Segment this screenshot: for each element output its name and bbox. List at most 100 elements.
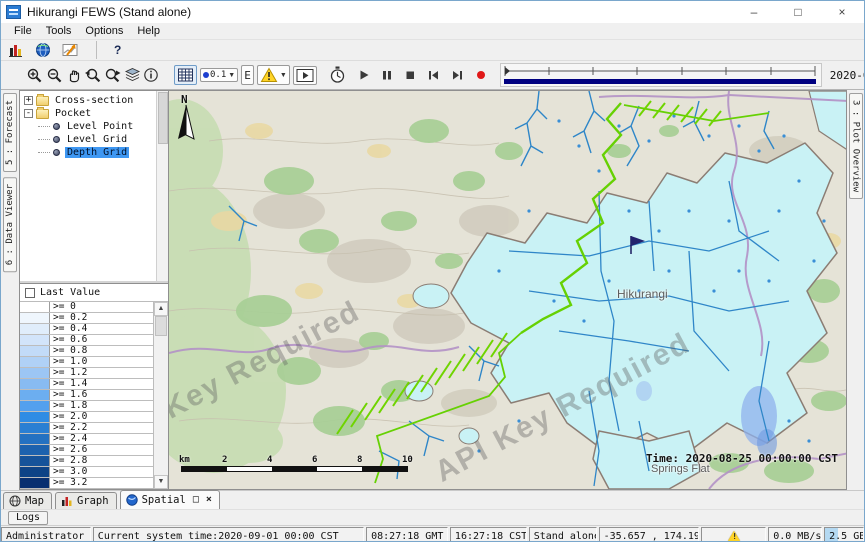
legend-value-label: >= 2.2	[50, 423, 153, 433]
bottom-tab-bar: Map Graph Spatial □ ×	[1, 490, 864, 509]
legend-value-label: >= 2.8	[50, 456, 153, 466]
spatial-chart-icon	[62, 42, 79, 58]
menu-options[interactable]: Options	[78, 24, 130, 38]
status-text: Current system time:2020-09-01 00:00 CST	[98, 531, 339, 542]
status-text: 16:27:18 CST	[455, 531, 527, 542]
maximize-button[interactable]: □	[776, 1, 820, 23]
north-label: N	[181, 93, 188, 106]
scroll-up-icon[interactable]: ▲	[154, 302, 168, 316]
tree-scroll-thumb[interactable]	[158, 92, 168, 144]
pan-button[interactable]	[65, 66, 83, 85]
previous-frame-button[interactable]	[426, 68, 441, 82]
chevron-down-icon: ▼	[280, 72, 287, 79]
zoom-previous-icon	[84, 67, 102, 84]
menu-tools[interactable]: Tools	[39, 24, 79, 38]
record-icon	[475, 69, 487, 81]
tab-graph[interactable]: Graph	[55, 492, 117, 509]
zoom-out-button[interactable]	[45, 66, 65, 85]
record-button[interactable]	[474, 68, 488, 82]
tree-item-level-point[interactable]: Level Point	[20, 120, 168, 133]
warnings-dropdown[interactable]: ▼	[257, 65, 290, 85]
layers-button[interactable]	[123, 66, 142, 85]
last-value-checkbox[interactable]	[25, 288, 35, 298]
info-button[interactable]	[142, 66, 160, 84]
zoom-previous-button[interactable]	[83, 66, 103, 85]
tab-spatial[interactable]: Spatial □ ×	[120, 490, 220, 509]
warning-triangle-icon	[260, 67, 278, 83]
pause-icon	[381, 69, 393, 81]
play-button[interactable]	[357, 68, 371, 82]
minimize-button[interactable]: –	[732, 1, 776, 23]
chevron-down-icon: ▼	[228, 72, 235, 79]
status-local-time: 16:27:18 CST	[450, 527, 527, 542]
tree-scrollbar[interactable]	[156, 91, 168, 281]
tree-item-cross-section[interactable]: +Cross-section	[20, 94, 168, 107]
scale-ruler-button[interactable]: E	[241, 65, 254, 85]
timeline-slider[interactable]	[500, 63, 822, 87]
main-area: 5 : Forecast 6 : Data Viewer +Cross-secti…	[1, 90, 864, 490]
legend-value-label: >= 1.4	[50, 379, 153, 389]
grid-display-button[interactable]	[174, 65, 197, 85]
interval-dropdown[interactable]: 0.1 ▼	[200, 68, 238, 82]
video-play-icon	[296, 68, 314, 83]
folder-icon	[36, 96, 49, 106]
help-button[interactable]: ?	[113, 42, 122, 58]
legend-value-label: >= 0.8	[50, 346, 153, 356]
menu-help[interactable]: Help	[130, 24, 167, 38]
next-frame-button[interactable]	[450, 68, 465, 82]
zoom-next-button[interactable]	[103, 66, 123, 85]
logs-button[interactable]: Logs	[8, 511, 48, 525]
legend-scrollbar[interactable]: ▲ ▼	[153, 302, 168, 489]
zoom-in-icon	[26, 67, 44, 84]
scale-tick-label: 6	[312, 455, 317, 465]
close-button[interactable]: ×	[820, 1, 864, 23]
map-view[interactable]: N API Key Required API Key Required Hiku…	[169, 90, 847, 490]
tree-expander-icon[interactable]: -	[24, 109, 33, 118]
legend-color-swatch	[20, 324, 50, 334]
tree-connector	[38, 152, 50, 153]
zoom-next-icon	[104, 67, 122, 84]
tree-item-pocket[interactable]: -Pocket	[20, 107, 168, 120]
legend-color-swatch	[20, 445, 50, 455]
graphs-button[interactable]	[7, 41, 25, 59]
tab-maximize-icon[interactable]: □	[193, 495, 199, 505]
map-display-button[interactable]	[34, 41, 52, 59]
tab-spatial-label: Spatial	[142, 494, 186, 506]
menu-file[interactable]: File	[7, 24, 39, 38]
layers-icon	[124, 67, 141, 84]
scale-segment	[182, 467, 227, 471]
legend-scroll-thumb[interactable]	[155, 316, 167, 336]
legend-scroll-track[interactable]	[154, 316, 168, 475]
side-tab-5-forecast[interactable]: 5 : Forecast	[3, 93, 17, 172]
spatial-display-button[interactable]	[61, 41, 80, 59]
legend-rows: >= 0>= 0.2>= 0.4>= 0.6>= 0.8>= 1.0>= 1.2…	[20, 302, 153, 489]
legend-value-label: >= 3.0	[50, 467, 153, 477]
tree-item-depth-grid[interactable]: Depth Grid	[20, 146, 168, 159]
sphere-icon	[126, 494, 138, 506]
side-tab-3-plot-overview[interactable]: 3 : Plot Overview	[849, 93, 863, 199]
tab-close-icon[interactable]: ×	[206, 495, 212, 505]
legend-color-swatch	[20, 302, 50, 312]
scale-numbers: 246810	[179, 455, 429, 465]
stop-button[interactable]	[403, 68, 417, 82]
scroll-down-icon[interactable]: ▼	[154, 475, 168, 489]
tree-label: Level Grid	[65, 134, 129, 145]
zoom-in-button[interactable]	[25, 66, 45, 85]
pause-button[interactable]	[380, 68, 394, 82]
side-tab-6-data-viewer[interactable]: 6 : Data Viewer	[3, 177, 17, 272]
timer-button[interactable]	[328, 65, 347, 85]
left-panel: +Cross-section-PocketLevel PointLevel Gr…	[19, 90, 169, 490]
scale-segment	[317, 467, 362, 471]
animation-button[interactable]	[293, 66, 317, 85]
legend-header: Last Value	[20, 284, 168, 301]
tree-item-level-grid[interactable]: Level Grid	[20, 133, 168, 146]
tree-expander-icon[interactable]: +	[24, 96, 33, 105]
legend-color-swatch	[20, 390, 50, 400]
status-user: Administrator	[1, 527, 91, 542]
legend-color-swatch	[20, 412, 50, 422]
legend-row[interactable]: >= 3.2	[20, 478, 153, 489]
legend-color-swatch	[20, 335, 50, 345]
tab-graph-label: Graph	[77, 495, 109, 507]
tab-map[interactable]: Map	[3, 492, 52, 509]
status-text: 08:27:18 GMT	[371, 531, 443, 542]
